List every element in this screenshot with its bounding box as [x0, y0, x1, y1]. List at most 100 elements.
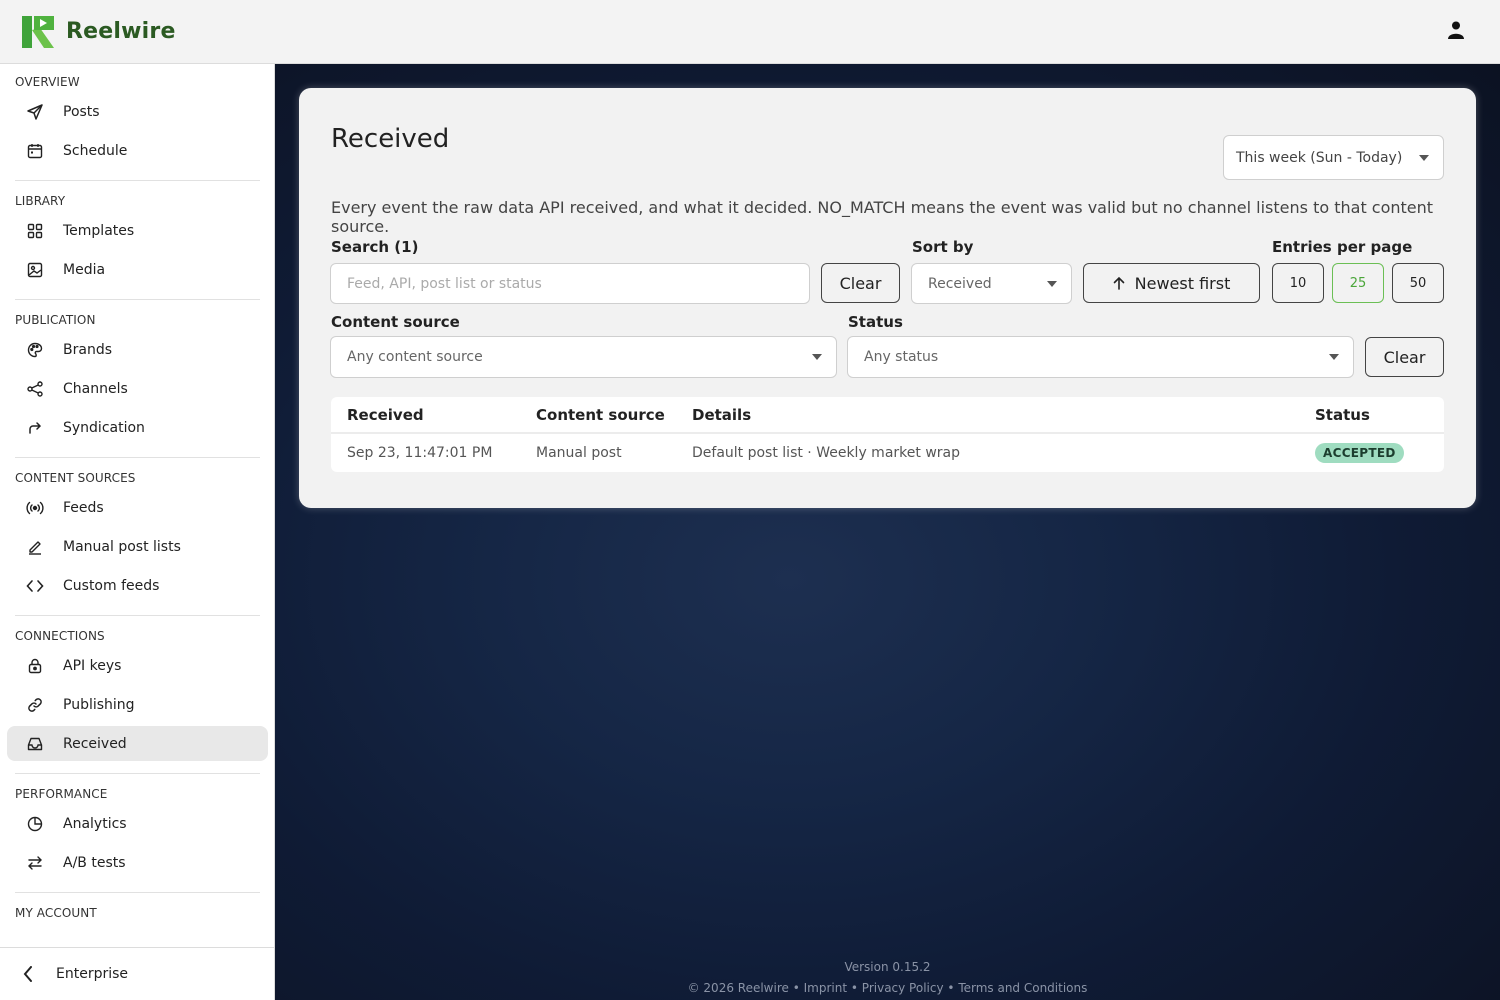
sidebar-item-publishing[interactable]: Publishing: [7, 687, 268, 722]
sidebar-item-posts[interactable]: Posts: [7, 94, 268, 129]
sidebar-item-label: Custom feeds: [63, 577, 160, 594]
inbox-icon: [25, 734, 45, 754]
caret-down-icon: [812, 354, 822, 360]
search-clear-button[interactable]: Clear: [821, 263, 900, 303]
nav-list: Templates Media: [15, 209, 260, 299]
nav-section-library: LIBRARY Templates Media: [15, 180, 260, 299]
pie-chart-icon: [25, 814, 45, 834]
legal-footer: © 2026 Reelwire • Imprint • Privacy Poli…: [275, 981, 1500, 995]
sidebar-item-analytics[interactable]: Analytics: [7, 806, 268, 841]
sidebar-item-channels[interactable]: Channels: [7, 371, 268, 406]
sidebar-item-brands[interactable]: Brands: [7, 332, 268, 367]
caret-down-icon: [1047, 280, 1057, 287]
entries-50-button[interactable]: 50: [1392, 263, 1444, 303]
sort-order-label: Newest first: [1134, 273, 1231, 293]
sidebar-item-media[interactable]: Media: [7, 252, 268, 287]
sort-select[interactable]: Received: [911, 263, 1072, 304]
sort-order-button[interactable]: Newest first: [1083, 263, 1260, 303]
sort-value: Received: [928, 275, 992, 292]
entries-label: Entries per page: [1272, 238, 1413, 256]
imprint-link[interactable]: Imprint: [804, 981, 847, 995]
cell-received: Sep 23, 11:47:01 PM: [347, 445, 493, 461]
status-select[interactable]: Any status: [847, 336, 1354, 378]
received-table: Received Content source Details Status S…: [331, 397, 1444, 472]
user-icon: [1448, 21, 1464, 43]
nav-section-title: CONTENT SOURCES: [15, 471, 136, 485]
page-description: Every event the raw data API received, a…: [331, 198, 1434, 236]
footer-separator: •: [947, 981, 955, 995]
table-row[interactable]: Sep 23, 11:47:01 PM Manual post Default …: [331, 434, 1444, 472]
date-range-select[interactable]: This week (Sun - Today): [1223, 135, 1444, 180]
swap-arrows-icon: [25, 853, 45, 873]
nav-list: Feeds Manual post lists Custom feeds: [15, 486, 260, 615]
sidebar-item-label: Posts: [63, 103, 100, 120]
sidebar-item-label: Templates: [63, 222, 135, 239]
sidebar-item-custom-feeds[interactable]: Custom feeds: [7, 568, 268, 603]
column-header-status[interactable]: Status: [1315, 406, 1370, 424]
reelwire-logo-icon: [22, 15, 54, 48]
terms-link[interactable]: Terms and Conditions: [958, 981, 1087, 995]
link-icon: [25, 695, 45, 715]
broadcast-icon: [25, 498, 45, 518]
caret-down-icon: [1419, 154, 1429, 161]
sidebar-item-feeds[interactable]: Feeds: [7, 490, 268, 525]
entries-10-button[interactable]: 10: [1272, 263, 1324, 303]
app-logo[interactable]: Reelwire: [22, 15, 176, 48]
sidebar: OVERVIEW Posts Schedule LIBRARY Templates Med…: [0, 64, 275, 1000]
app-version: Version 0.15.2: [844, 960, 931, 974]
main-content: Received This week (Sun - Today) Every e…: [275, 64, 1500, 1000]
sidebar-item-label: Manual post lists: [63, 538, 181, 555]
nav-section-title: PUBLICATION: [15, 313, 96, 327]
nav-list: API keys Publishing Received: [7, 644, 268, 773]
column-header-details[interactable]: Details: [692, 406, 751, 424]
palette-icon: [25, 340, 45, 360]
sidebar-enterprise-switch[interactable]: Enterprise: [0, 947, 274, 1000]
search-input[interactable]: [330, 263, 810, 304]
top-bar: Reelwire: [0, 0, 1500, 64]
sidebar-item-label: Analytics: [63, 815, 127, 832]
sidebar-item-manual-post-lists[interactable]: Manual post lists: [7, 529, 268, 564]
footer-separator: •: [792, 981, 800, 995]
status-value: Any status: [864, 349, 939, 365]
sort-label: Sort by: [912, 238, 974, 256]
column-header-content-source[interactable]: Content source: [536, 406, 665, 424]
lock-icon: [25, 656, 45, 676]
content-source-value: Any content source: [347, 349, 483, 365]
nav-section-title: PERFORMANCE: [15, 787, 108, 801]
sidebar-item-syndication[interactable]: Syndication: [7, 410, 268, 445]
entries-25-button[interactable]: 25: [1332, 263, 1384, 303]
cell-status: ACCEPTED: [1315, 443, 1404, 463]
sidebar-item-api-keys[interactable]: API keys: [7, 648, 268, 683]
forward-arrow-icon: [25, 418, 45, 438]
privacy-policy-link[interactable]: Privacy Policy: [862, 981, 944, 995]
sidebar-item-label: Feeds: [63, 499, 104, 516]
page-title: Received: [331, 124, 450, 154]
sidebar-item-schedule[interactable]: Schedule: [7, 133, 268, 168]
cell-details: Default post list · Weekly market wrap: [692, 445, 960, 461]
code-icon: [25, 576, 45, 596]
content-source-select[interactable]: Any content source: [330, 336, 837, 378]
sidebar-item-label: Channels: [63, 380, 128, 397]
sidebar-item-label: Schedule: [63, 142, 128, 159]
user-account-button[interactable]: [1444, 20, 1468, 44]
nav-section-publication: PUBLICATION Brands Channels Syndication: [15, 299, 260, 457]
chevron-left-icon: [18, 966, 38, 982]
nav-section-title: LIBRARY: [15, 194, 66, 208]
sidebar-item-label: API keys: [63, 657, 122, 674]
copyright: © 2026 Reelwire: [687, 981, 789, 995]
column-header-received[interactable]: Received: [347, 406, 424, 424]
nav-section-my-account: MY ACCOUNT: [15, 892, 260, 933]
nav-section-title: MY ACCOUNT: [15, 906, 97, 920]
nav-section-performance: PERFORMANCE Analytics A/B tests: [15, 773, 260, 892]
nav-section-connections: CONNECTIONS API keys Publishing Received: [7, 615, 268, 773]
brand-name: Reelwire: [66, 19, 176, 44]
content-source-label: Content source: [331, 313, 460, 331]
sidebar-item-label: Brands: [63, 341, 112, 358]
sidebar-item-templates[interactable]: Templates: [7, 213, 268, 248]
status-badge: ACCEPTED: [1315, 443, 1404, 463]
sidebar-nav[interactable]: OVERVIEW Posts Schedule LIBRARY Templates Med…: [0, 64, 274, 947]
sidebar-item-received[interactable]: Received: [7, 726, 268, 761]
filters-clear-button[interactable]: Clear: [1365, 337, 1444, 377]
grid-icon: [25, 221, 45, 241]
sidebar-item-a-b-tests[interactable]: A/B tests: [7, 845, 268, 880]
